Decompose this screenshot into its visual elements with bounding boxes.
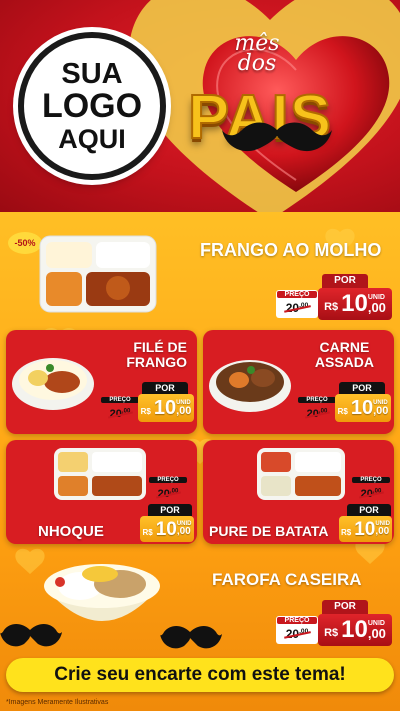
product-card-carne-assada[interactable]: CARNE ASSADA POR PREÇO 20,00 R$ 10 UNID,… (203, 330, 394, 434)
new-price-tag: R$ 10 UNID ,00 (335, 394, 391, 422)
old-price-tag: PREÇO 20,00 (100, 396, 140, 420)
old-price-tag: PREÇO 20,00 (276, 616, 318, 644)
new-price-int: 10 (153, 397, 177, 419)
new-price-frac: ,00 (367, 300, 386, 315)
por-label: POR (322, 274, 368, 288)
por-label: POR (148, 504, 192, 516)
preco-label: PREÇO (298, 397, 336, 403)
product-title-line-2: FRANGO (126, 354, 187, 371)
logo-line-3: AQUI (58, 123, 126, 154)
product-title-line-1: FILÉ DE (133, 339, 187, 355)
food-tray-icon (39, 235, 157, 313)
old-price-frac: ,00 (299, 302, 309, 309)
old-price-int: 20 (360, 488, 373, 500)
old-price-frac: ,00 (372, 488, 382, 495)
product-title: CARNE ASSADA (314, 339, 374, 371)
campaign-subtitle: mês dos (234, 31, 280, 76)
por-label: POR (347, 504, 391, 516)
old-price-tag: PREÇO 20,00 (148, 476, 188, 500)
old-price-int: 20 (157, 488, 170, 500)
por-label: POR (142, 382, 188, 394)
new-price-tag: R$ 10 UNID ,00 (140, 516, 194, 542)
new-price-frac: ,00 (373, 404, 389, 417)
currency-label: R$ (324, 627, 339, 639)
logo-placeholder[interactable]: SUA LOGO AQUI (18, 32, 166, 180)
old-price-int: 20 (109, 408, 122, 420)
new-price-frac: ,00 (176, 526, 191, 537)
new-price-tag: R$ 10 UNID ,00 (318, 288, 392, 320)
product-card-nhoque[interactable]: NHOQUE PREÇO 20,00 POR R$ 10 UNID ,00 (6, 440, 197, 544)
por-label: POR (339, 382, 385, 394)
product-card-pure-de-batata[interactable]: PURE DE BATATA PREÇO 20,00 POR R$ 10 UNI… (203, 440, 394, 544)
preco-label: PREÇO (101, 397, 139, 403)
new-price-int: 10 (354, 518, 376, 540)
currency-label: R$ (142, 527, 153, 537)
preco-label: PREÇO (149, 477, 187, 483)
product-title: NHOQUE (38, 523, 104, 540)
new-price-tag: R$ 10 UNID ,00 (318, 614, 392, 646)
product-area: -50% FRANGO AO MOLHO POR PREÇO 20,00 R$ … (0, 212, 400, 711)
old-price-tag: PREÇO 20,00 (276, 290, 318, 318)
mustache-icon (0, 624, 222, 649)
food-bowl-icon (209, 360, 291, 412)
currency-label: R$ (340, 527, 352, 537)
preco-label: PREÇO (277, 291, 317, 298)
preco-label: PREÇO (352, 477, 390, 483)
old-price-frac: ,00 (121, 408, 131, 415)
old-price-int: 20 (306, 408, 319, 420)
discount-badge: -50% (8, 232, 42, 254)
logo-line-1: SUA (61, 57, 123, 90)
new-price-frac: ,00 (176, 404, 192, 417)
old-price-int: 20 (285, 301, 300, 315)
product-title-line-1: CARNE (319, 339, 370, 355)
old-price-frac: ,00 (318, 408, 328, 415)
old-price-frac: ,00 (299, 628, 309, 635)
old-price-tag: PREÇO 20,00 (351, 476, 391, 500)
product-title: FILÉ DE FRANGO (126, 339, 187, 371)
old-price-tag: PREÇO 20,00 (297, 396, 337, 420)
new-price-int: 10 (341, 616, 368, 643)
old-price-frac: ,00 (169, 488, 179, 495)
cta-banner[interactable]: Crie seu encarte com este tema! (6, 658, 394, 692)
mustache-icon (222, 122, 332, 152)
disclaimer-text: *Imagens Meramente Ilustrativas (6, 699, 109, 706)
preco-label: PREÇO (277, 617, 317, 624)
old-price-int: 20 (285, 627, 300, 641)
new-price-int: 10 (341, 290, 368, 317)
food-tray-icon (257, 448, 345, 500)
new-price-tag: R$ 10 UNID ,00 (138, 394, 194, 422)
product-title: FAROFA CASEIRA (212, 570, 362, 589)
currency-label: R$ (337, 406, 348, 416)
cta-text: Crie seu encarte com este tema! (54, 664, 346, 685)
por-label: POR (322, 600, 368, 614)
product-title-line-2: ASSADA (314, 354, 374, 371)
header-banner: SUA LOGO AQUI mês dos PAIS (0, 0, 400, 212)
new-price-int: 10 (350, 397, 374, 419)
new-price-frac: ,00 (367, 626, 386, 641)
product-title: PURE DE BATATA (209, 523, 329, 539)
food-bowl-icon (12, 358, 94, 410)
new-price-frac: ,00 (375, 526, 390, 537)
logo-line-2: LOGO (41, 87, 143, 126)
currency-label: R$ (324, 301, 339, 313)
food-tray-icon (54, 448, 146, 500)
new-price-tag: R$ 10 UNID ,00 (339, 516, 392, 542)
product-title: FRANGO AO MOLHO (200, 240, 382, 260)
currency-label: R$ (140, 406, 151, 416)
new-price-int: 10 (155, 518, 177, 540)
product-card-file-de-frango[interactable]: FILÉ DE FRANGO POR PREÇO 20,00 R$ 10 UNI… (6, 330, 197, 434)
